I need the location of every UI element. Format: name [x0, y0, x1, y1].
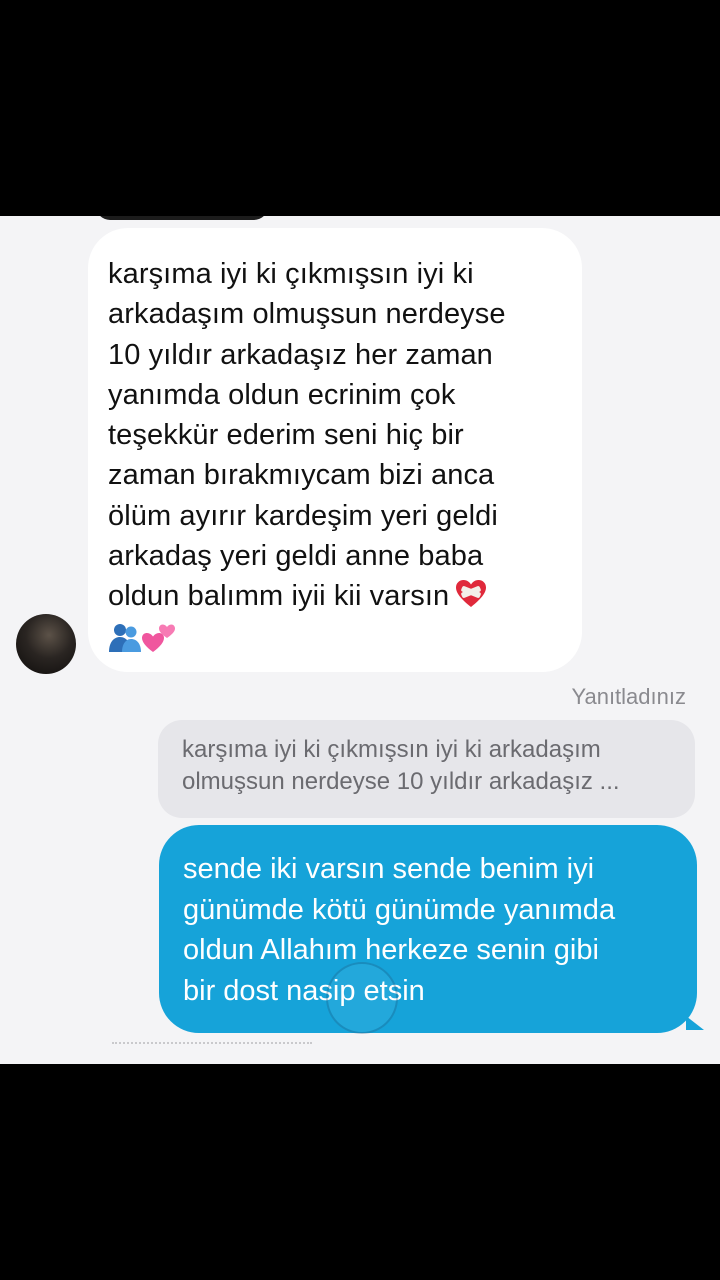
incoming-message-text: karşıma iyi ki çıkmışsın iyi ki arkadaşı…: [108, 254, 562, 621]
outgoing-bubble-tail: [686, 1016, 704, 1030]
previous-message-edge: [96, 216, 268, 220]
mending-heart-emoji: [455, 579, 487, 620]
outgoing-message-text: sende iki varsın sende benim iyi günümde…: [183, 853, 616, 1007]
touch-indicator: [326, 962, 398, 1034]
sender-avatar[interactable]: [16, 614, 76, 674]
reply-indicator: Yanıtladınız: [571, 684, 686, 709]
two-hearts-emoji: [142, 623, 176, 658]
next-message-edge: [112, 1042, 312, 1050]
outgoing-message-bubble[interactable]: sende iki varsın sende benim iyi günümde…: [159, 825, 697, 1033]
chat-thread: karşıma iyi ki çıkmışsın iyi ki arkadaşı…: [0, 216, 720, 1064]
people-hugging-emoji: [108, 623, 142, 658]
quoted-message-preview[interactable]: karşıma iyi ki çıkmışsın iyi ki arkadaşı…: [158, 720, 695, 818]
incoming-message-bubble[interactable]: karşıma iyi ki çıkmışsın iyi ki arkadaşı…: [88, 228, 582, 672]
